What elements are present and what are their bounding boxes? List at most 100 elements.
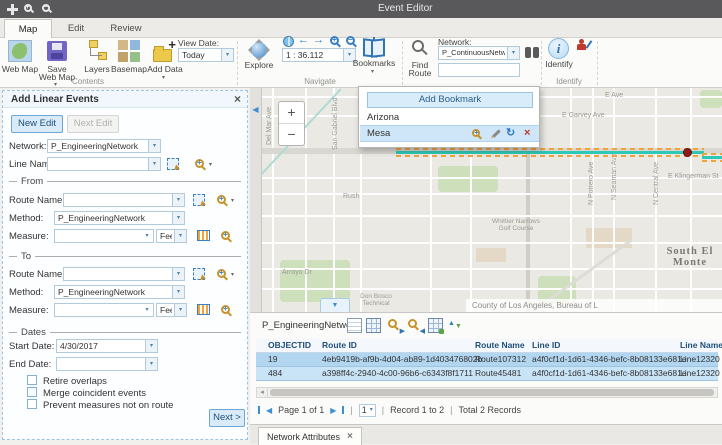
to-units-select[interactable]: Feet▾ [156, 303, 187, 317]
prevent-measures-checkbox[interactable] [27, 399, 37, 409]
selected-route-line[interactable] [702, 153, 722, 162]
bookmark-item-mesa[interactable]: Mesa + ↻ × [360, 125, 539, 142]
selected-route-line[interactable] [396, 148, 704, 157]
to-measure-on-map-icon[interactable] [197, 304, 210, 315]
page-select[interactable]: 1▾ [359, 404, 376, 417]
bookmarks-dropdown-icon[interactable]: ▾ [371, 68, 374, 75]
column-header[interactable]: Route Name [475, 339, 525, 352]
column-header[interactable]: Line ID [532, 339, 560, 352]
panel-network-select[interactable]: P_EngineeringNetwork▾ [47, 139, 161, 153]
web-map-label[interactable]: Web Map [1, 65, 39, 73]
zoom-in-tool-icon[interactable]: + [330, 36, 339, 45]
route-search-input[interactable] [438, 63, 520, 77]
to-route-name-select[interactable]: ▾ [63, 267, 185, 281]
line-zoom-dropdown-icon[interactable]: ▾ [209, 161, 212, 168]
bookmarks-label[interactable]: Bookmarks [352, 59, 396, 67]
zoom-out-icon[interactable]: − [42, 4, 50, 12]
table-row[interactable]: 19 4eb9419b-af9b-4d04-ab89-1d403476802b … [256, 353, 718, 367]
column-header[interactable]: Line Name [680, 339, 722, 352]
explore-icon[interactable] [247, 38, 271, 62]
from-route-name-select[interactable]: ▾ [63, 193, 185, 207]
start-date-input[interactable]: 4/30/2017▾ [56, 339, 158, 353]
pan-to-selection-icon[interactable]: ◀ [408, 318, 423, 333]
from-units-select[interactable]: Feet▾ [156, 229, 187, 243]
next-edit-button[interactable]: Next Edit [67, 115, 119, 133]
tab-edit[interactable]: Edit [52, 19, 100, 38]
from-select-route-on-map-icon[interactable] [193, 194, 205, 206]
retire-overlaps-checkbox[interactable] [27, 375, 37, 385]
add-data-icon[interactable]: + [152, 39, 176, 63]
identify-label[interactable]: Identify [542, 60, 576, 68]
full-extent-icon[interactable] [283, 36, 294, 47]
to-route-zoom-dropdown-icon[interactable]: ▾ [231, 271, 234, 278]
zoom-in-icon[interactable]: + [24, 4, 32, 12]
show-selected-records-icon[interactable] [347, 318, 362, 333]
scrollbar-thumb[interactable] [270, 389, 714, 396]
new-edit-button[interactable]: New Edit [11, 115, 63, 133]
pan-icon[interactable] [7, 4, 18, 15]
to-method-select[interactable]: P_EngineeringNetwork▾ [54, 285, 185, 299]
view-date-select[interactable]: Today ▾ [178, 48, 234, 62]
network-select[interactable]: P_ContinuousNetwork ▾ [438, 46, 520, 60]
web-map-icon[interactable] [8, 40, 32, 62]
add-records-icon[interactable] [428, 318, 443, 333]
from-route-zoom-dropdown-icon[interactable]: ▾ [231, 197, 234, 204]
column-header[interactable]: Route ID [322, 339, 357, 352]
add-data-dropdown-icon[interactable]: ▾ [162, 74, 165, 81]
add-bookmark-button[interactable]: Add Bookmark [367, 92, 533, 108]
column-header[interactable]: OBJECTID [268, 339, 311, 352]
to-measure-input[interactable]: ▾ [54, 303, 154, 317]
line-name-select[interactable]: ▾ [47, 157, 161, 171]
bookmark-refresh-icon[interactable]: ↻ [506, 126, 515, 141]
first-page-button[interactable] [258, 406, 260, 414]
select-line-on-map-icon[interactable] [167, 158, 179, 170]
previous-extent-icon[interactable]: ← [298, 35, 309, 46]
from-measure-zoom-icon[interactable]: + [221, 231, 230, 240]
from-route-zoom-icon[interactable]: + [217, 195, 226, 204]
end-date-input[interactable]: ▾ [56, 357, 158, 371]
show-all-records-icon[interactable] [366, 318, 381, 333]
find-route-icon[interactable] [412, 40, 424, 52]
find-route-label[interactable]: FindRoute [404, 61, 436, 77]
from-measure-on-map-icon[interactable] [197, 230, 210, 241]
table-horizontal-scrollbar[interactable]: ◂ [256, 387, 718, 398]
merge-coincident-events-checkbox[interactable] [27, 387, 37, 397]
from-method-select[interactable]: P_EngineeringNetwork▾ [54, 211, 185, 225]
bookmark-delete-icon[interactable]: × [524, 126, 530, 141]
save-web-map-dropdown-icon[interactable]: ▾ [54, 81, 57, 88]
tab-map[interactable]: Map [4, 19, 52, 38]
next-page-button[interactable]: ▶ [330, 406, 336, 415]
previous-page-button[interactable]: ◀ [266, 406, 272, 415]
table-collapse-tab[interactable]: ▼ [320, 298, 350, 312]
next-button[interactable]: Next > [209, 409, 245, 427]
basemap-icon[interactable] [118, 40, 140, 62]
bookmark-zoom-icon[interactable]: + [472, 129, 480, 137]
add-data-label[interactable]: Add Data [146, 65, 184, 73]
bookmark-item-arizona[interactable]: Arizona [360, 110, 539, 125]
binoculars-icon[interactable] [525, 47, 539, 58]
to-measure-zoom-icon[interactable]: + [221, 305, 230, 314]
map-zoom-out-button[interactable]: − [279, 124, 304, 146]
zoom-to-selection-icon[interactable]: ▶ [388, 318, 403, 333]
last-page-button[interactable] [342, 406, 344, 414]
save-web-map-icon[interactable] [47, 41, 67, 61]
tab-close-icon[interactable]: × [347, 431, 353, 442]
network-attributes-tab[interactable]: Network Attributes × [258, 427, 362, 445]
route-point-marker[interactable] [683, 148, 692, 157]
line-zoom-icon[interactable]: + [195, 159, 204, 168]
map-zoom-in-button[interactable]: + [279, 102, 304, 124]
identify-route-icon[interactable] [576, 39, 588, 51]
to-route-zoom-icon[interactable]: + [217, 269, 226, 278]
bookmarks-icon[interactable] [362, 37, 386, 55]
tab-review[interactable]: Review [100, 19, 152, 38]
left-panel-collapse-strip[interactable]: ◀ [250, 88, 262, 312]
bookmark-edit-icon[interactable] [492, 129, 500, 137]
scale-select[interactable]: 1 : 36.112 ▾ [282, 48, 356, 62]
to-select-route-on-map-icon[interactable] [193, 268, 205, 280]
panel-close-icon[interactable]: × [234, 92, 241, 106]
explore-label[interactable]: Explore [242, 61, 276, 69]
basemap-label[interactable]: Basemap [108, 65, 150, 73]
from-measure-input[interactable]: ▾ [54, 229, 154, 243]
next-extent-icon[interactable]: → [313, 35, 324, 46]
layers-icon[interactable] [86, 40, 110, 62]
